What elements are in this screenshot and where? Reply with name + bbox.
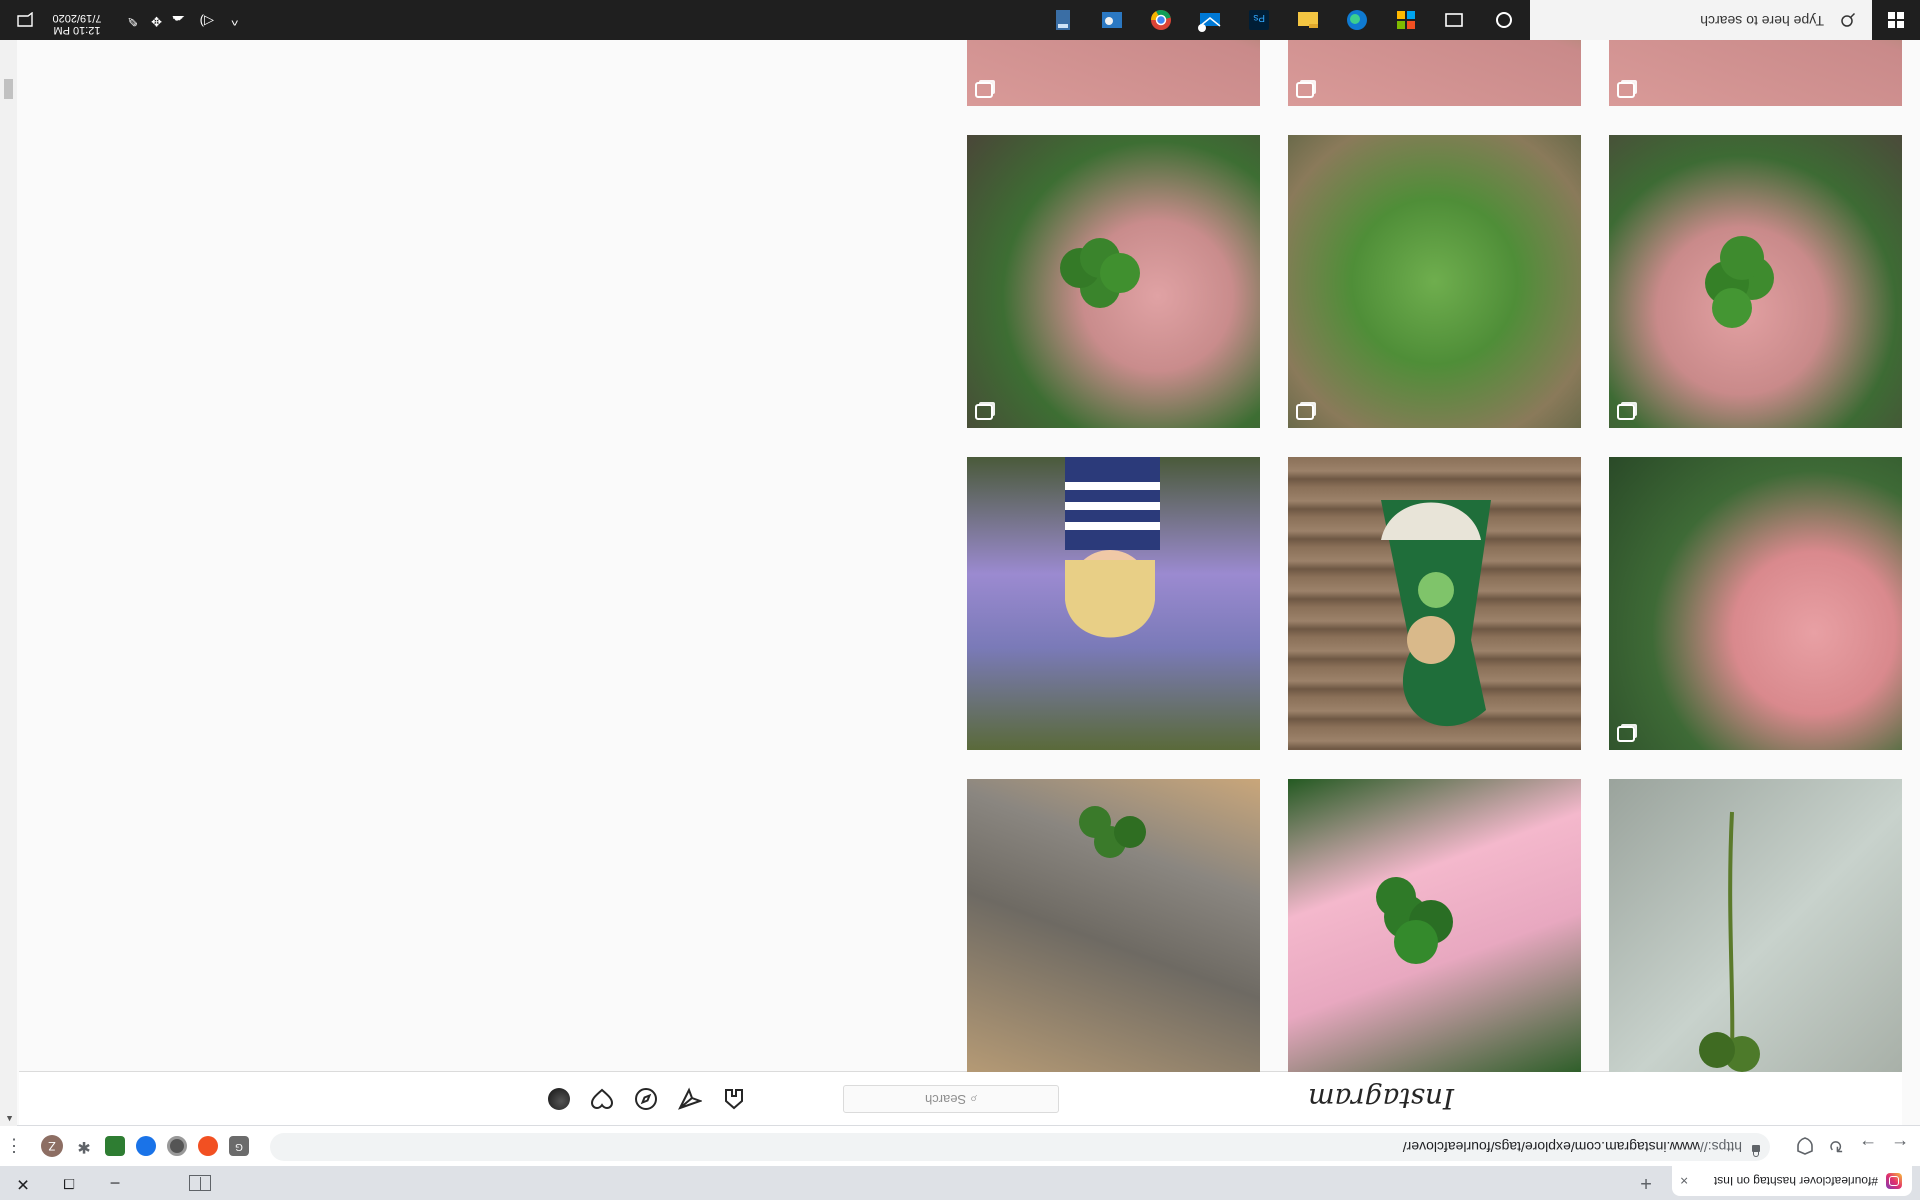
extension-g-icon[interactable]: G (229, 1136, 249, 1156)
tray-overflow-chevron-icon[interactable]: ^ (231, 13, 238, 29)
grid-photo-clover-on-flowers[interactable] (1288, 779, 1581, 1072)
extension-orange-icon[interactable] (198, 1136, 218, 1156)
extension-green-icon[interactable] (105, 1136, 125, 1156)
notifications-icon[interactable] (16, 12, 34, 28)
instagram-logo[interactable]: Instagram (1308, 1082, 1454, 1115)
mail-app-icon[interactable] (1196, 6, 1224, 34)
chrome-icon[interactable] (1147, 6, 1175, 34)
photoshop-icon[interactable]: Ps (1245, 6, 1273, 34)
extension-circle-icon[interactable] (167, 1136, 187, 1156)
multiple-photos-icon (975, 82, 993, 98)
home-icon[interactable] (722, 1087, 746, 1111)
felt-gnome-icon (1381, 500, 1491, 727)
search-icon: ⌕ (969, 1092, 978, 1107)
file-explorer-icon[interactable] (1294, 6, 1322, 34)
scroll-up-arrow-icon[interactable]: ▲ (5, 1114, 14, 1124)
grid-photo-clover-patch[interactable] (1288, 135, 1581, 428)
close-window-button[interactable]: ✕ (0, 1166, 46, 1200)
edge-browser-icon[interactable] (1343, 6, 1371, 34)
grid-photo-felt-gnome[interactable] (1288, 457, 1581, 750)
taskbar-date: 7/19/2020 (52, 12, 102, 24)
maximize-button[interactable]: ❐ (46, 1166, 92, 1200)
taskbar-time: 12:10 PM (53, 24, 101, 36)
clover-leaf-icon (1376, 877, 1453, 964)
page-scrollbar[interactable]: ▲ ▼ (0, 0, 17, 1126)
profile-avatar[interactable]: Z (41, 1135, 63, 1157)
new-tab-button[interactable]: + (1634, 1170, 1658, 1194)
forward-button[interactable]: → (1856, 1134, 1880, 1158)
dropbox-icon[interactable]: ✥ (151, 13, 162, 29)
hashtag-photo-grid (19, 0, 1902, 1072)
browser-tab-strip: #fourleafclover hashtag on Inst × + – ❐ … (0, 1166, 1920, 1200)
grid-photo-clover-in-water[interactable] (1609, 779, 1902, 1072)
grid-photo-girl-holding-clover[interactable] (967, 457, 1260, 750)
search-placeholder: Search (924, 1092, 967, 1107)
browser-tab[interactable]: #fourleafclover hashtag on Inst × (1672, 1166, 1912, 1196)
multiple-photos-icon (1296, 82, 1314, 98)
multiple-photos-icon (1296, 404, 1314, 420)
calculator-icon[interactable] (1049, 6, 1077, 34)
direct-messages-icon[interactable] (678, 1087, 702, 1111)
multiple-photos-icon (975, 404, 993, 420)
cortana-icon[interactable] (1490, 6, 1518, 34)
shield-icon[interactable] (1795, 1136, 1815, 1156)
profile-avatar-icon[interactable] (548, 1088, 570, 1110)
control-panel-icon[interactable] (1098, 6, 1126, 34)
multiple-photos-icon (1617, 82, 1635, 98)
minimize-button[interactable]: – (92, 1166, 138, 1200)
clover-leaf-icon (1079, 806, 1146, 858)
browser-menu-icon[interactable]: ⋮ (5, 1134, 23, 1158)
onedrive-cloud-icon[interactable]: ☁ (172, 12, 185, 28)
explore-compass-icon[interactable] (634, 1087, 658, 1111)
grid-photo-hand-clover[interactable] (967, 135, 1260, 428)
extension-blue-icon[interactable] (136, 1136, 156, 1156)
address-bar[interactable]: https://www.instagram.com/explore/tags/f… (270, 1133, 1770, 1161)
windows-taskbar: Type here to search Ps ^ ◁) ☁ ✥ ✎ 12:10 … (0, 0, 1920, 40)
browser-toolbar: ← → ↻ https://www.instagram.com/explore/… (0, 1125, 1920, 1166)
pen-workspace-icon[interactable]: ✎ (127, 13, 138, 29)
window-layout-icon[interactable] (185, 1172, 215, 1194)
lock-icon[interactable] (1752, 1145, 1760, 1152)
tab-close-icon[interactable]: × (1680, 1173, 1688, 1189)
taskbar-search-box[interactable]: Type here to search (1530, 0, 1872, 40)
grid-photo-pet-with-clover[interactable] (967, 779, 1260, 1072)
instagram-header: Instagram ⌕ Search (19, 1071, 1902, 1125)
grid-photo-hand-clover-leaves[interactable] (1609, 457, 1902, 750)
grid-photo-hand-four-leaf[interactable] (1609, 135, 1902, 428)
multiple-photos-icon (1617, 726, 1635, 742)
svg-text:Ps: Ps (1253, 12, 1265, 23)
extensions-puzzle-icon[interactable]: ✱ (74, 1136, 94, 1156)
microsoft-store-icon[interactable] (1392, 6, 1420, 34)
taskbar-clock[interactable]: 12:10 PM 7/19/2020 (46, 12, 108, 36)
tab-title: #fourleafclover hashtag on Inst (1713, 1174, 1878, 1188)
volume-icon[interactable]: ◁) (200, 13, 214, 29)
clover-leaf-icon (1060, 238, 1140, 308)
reload-button[interactable]: ↻ (1824, 1134, 1848, 1158)
clover-leaf-icon (1699, 811, 1760, 1072)
url-text[interactable]: https://www.instagram.com/explore/tags/f… (1403, 1139, 1742, 1155)
windows-start-icon[interactable] (1887, 11, 1904, 28)
multiple-photos-icon (1617, 404, 1635, 420)
search-input[interactable]: ⌕ Search (843, 1085, 1059, 1113)
clover-leaf-icon (1705, 236, 1774, 328)
instagram-favicon-icon (1886, 1173, 1902, 1189)
taskbar-search-placeholder: Type here to search (1700, 13, 1824, 29)
scrollbar-thumb[interactable] (4, 79, 13, 99)
back-button[interactable]: ← (1888, 1134, 1912, 1158)
girl-figure-icon (1065, 457, 1160, 638)
screen: #fourleafclover hashtag on Inst × + – ❐ … (0, 0, 1920, 1200)
search-icon (1841, 12, 1856, 27)
task-view-icon[interactable] (1440, 6, 1468, 34)
activity-heart-icon[interactable] (590, 1087, 614, 1111)
